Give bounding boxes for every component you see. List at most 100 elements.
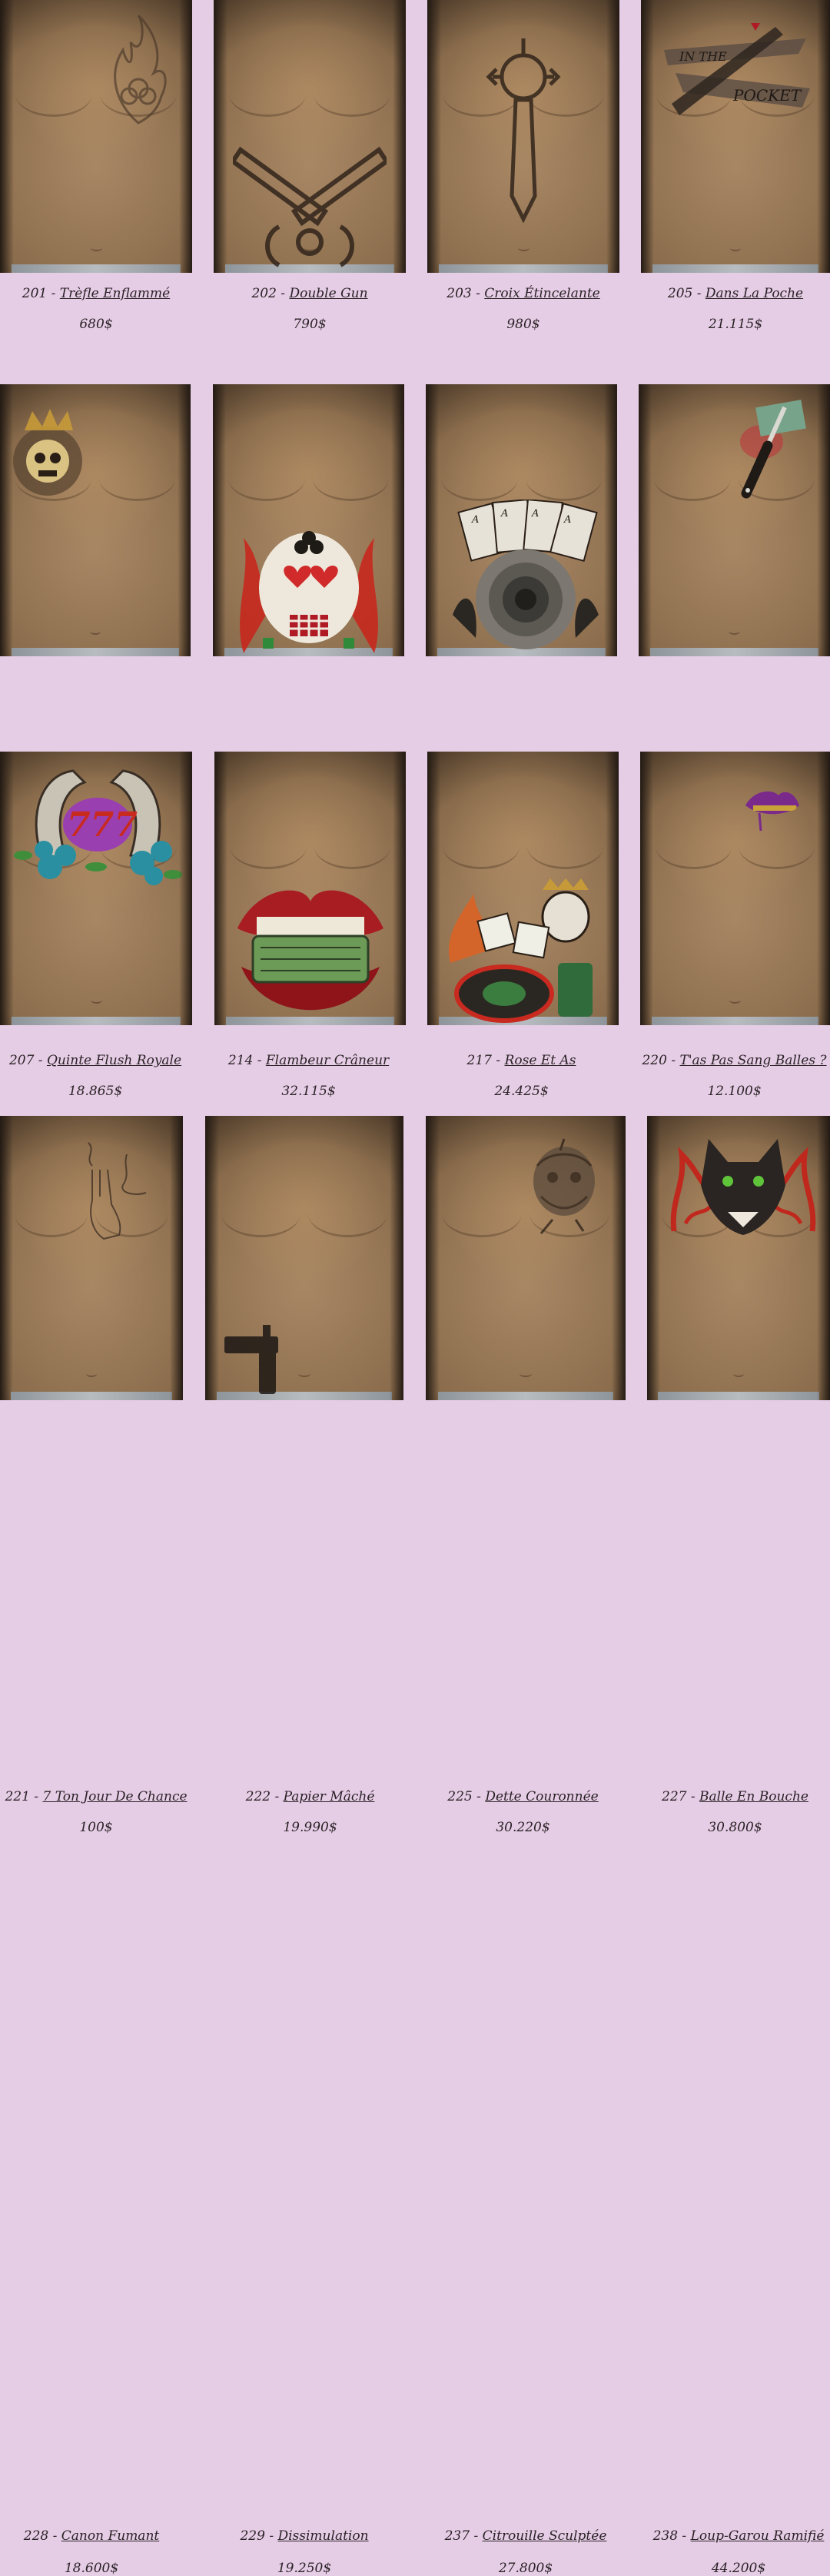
tattoo-price: 100$ bbox=[79, 1820, 113, 1835]
caption-separator: - bbox=[264, 2528, 278, 2544]
tattoo-name-link[interactable]: Dans La Poche bbox=[706, 286, 803, 301]
tattoo-text: IN THE bbox=[679, 49, 727, 64]
caption-separator: - bbox=[492, 1053, 505, 1068]
tattoo-price: 680$ bbox=[79, 317, 113, 332]
tattoo-name-link[interactable]: Trèfle Enflammé bbox=[60, 286, 170, 301]
tattoo-name-link[interactable]: Canon Fumant bbox=[61, 2528, 159, 2544]
crowned-skull-icon bbox=[13, 409, 82, 496]
tattoo-photo bbox=[427, 752, 619, 1025]
smoking-finger-gun-icon bbox=[88, 1142, 147, 1240]
tattoo-number: 205 bbox=[667, 286, 693, 301]
in-the-pocket-knife-icon: IN THE POCKET bbox=[664, 23, 810, 115]
tattoo-number: 221 bbox=[5, 1789, 30, 1804]
caption-separator: - bbox=[276, 286, 290, 301]
tattoo-photo bbox=[214, 0, 406, 273]
tattoo-price: 19.990$ bbox=[283, 1820, 337, 1835]
tattoo-name-link[interactable]: Flambeur Crâneur bbox=[266, 1053, 389, 1068]
sparkling-cross-icon bbox=[486, 38, 561, 223]
tattoo-text: POCKET bbox=[732, 86, 802, 105]
tattoo-name-link[interactable]: Dette Couronnée bbox=[485, 1789, 598, 1804]
caption-separator: - bbox=[471, 286, 485, 301]
caption-separator: - bbox=[271, 1789, 284, 1804]
tattoo-photo: IN THE POCKET bbox=[641, 0, 830, 273]
tattoo-caption: 229 - Dissimulation bbox=[205, 2528, 403, 2544]
tattoo-number: 229 bbox=[240, 2528, 265, 2544]
crowned-dice-roulette-icon bbox=[448, 878, 593, 1023]
tattoo-name-link[interactable]: Loup-Garou Ramifié bbox=[691, 2528, 825, 2544]
tattoo-photo bbox=[639, 384, 830, 656]
tattoo-name-link[interactable]: 7 Ton Jour De Chance bbox=[42, 1789, 187, 1804]
lips-money-icon bbox=[237, 890, 383, 1011]
tattoo-caption: 201 - Trèfle Enflammé bbox=[0, 286, 192, 301]
tattoo-caption: 221 - 7 Ton Jour De Chance bbox=[0, 1789, 192, 1804]
caption-separator: - bbox=[253, 1053, 266, 1068]
knife-money-icon bbox=[740, 400, 806, 499]
tattoo-caption: 228 - Canon Fumant bbox=[0, 2528, 183, 2544]
tattoo-name-link[interactable]: Balle En Bouche bbox=[699, 1789, 808, 1804]
tattoo-price: 790$ bbox=[293, 317, 327, 332]
tattoo-name-link[interactable]: Dissimulation bbox=[277, 2528, 368, 2544]
tattoo-price: 44.200$ bbox=[711, 2561, 766, 2576]
tattoo-number: 220 bbox=[642, 1053, 667, 1068]
bullet-lips-icon bbox=[745, 791, 799, 832]
tattoo-photo bbox=[0, 1116, 183, 1400]
tattoo-text: A bbox=[531, 508, 539, 520]
tattoo-number: 214 bbox=[227, 1053, 254, 1068]
tattoo-photo: A A A A bbox=[426, 384, 617, 656]
tattoo-price: 18.865$ bbox=[68, 1084, 123, 1099]
tattoo-photo bbox=[427, 0, 619, 273]
tattoo-price: 32.115$ bbox=[281, 1084, 336, 1099]
tattoo-text: A bbox=[500, 508, 508, 520]
tattoo-name-link[interactable]: Quinte Flush Royale bbox=[47, 1053, 181, 1068]
tattoo-price: 21.115$ bbox=[708, 317, 763, 332]
flaming-clover-icon bbox=[114, 14, 167, 124]
crossed-guns-icon bbox=[233, 146, 387, 267]
tattoo-price: 18.600$ bbox=[64, 2561, 119, 2576]
tattoo-photo bbox=[205, 1116, 403, 1400]
tattoo-number: 237 bbox=[444, 2528, 470, 2544]
tattoo-photo bbox=[0, 0, 192, 273]
tattoo-name-link[interactable]: Citrouille Sculptée bbox=[483, 2528, 607, 2544]
tattoo-price: 12.100$ bbox=[707, 1084, 762, 1099]
tattoo-caption: 202 - Double Gun bbox=[214, 286, 406, 301]
tattoo-name-link[interactable]: Papier Mâché bbox=[284, 1789, 375, 1804]
caption-separator: - bbox=[692, 286, 706, 301]
tattoo-number: 222 bbox=[245, 1789, 271, 1804]
caption-separator: - bbox=[48, 2528, 61, 2544]
caption-separator: - bbox=[34, 1053, 47, 1068]
tattoo-number: 203 bbox=[447, 286, 472, 301]
tattoo-text: A bbox=[563, 514, 571, 526]
tattoo-number: 227 bbox=[662, 1789, 687, 1804]
lucky-777-horseshoe-icon: 777 bbox=[14, 769, 182, 885]
tattoo-number: 225 bbox=[447, 1789, 473, 1804]
tattoo-caption: 207 - Quinte Flush Royale bbox=[0, 1053, 191, 1068]
tattoo-caption: 220 - T'as Pas Sang Balles ? bbox=[639, 1053, 830, 1068]
tattoo-price: 19.250$ bbox=[277, 2561, 332, 2576]
tattoo-name-link[interactable]: Croix Étincelante bbox=[484, 286, 599, 301]
tattoo-photo bbox=[647, 1116, 830, 1400]
caption-separator: - bbox=[666, 1053, 680, 1068]
tattoo-caption: 222 - Papier Mâché bbox=[214, 1789, 406, 1804]
tattoo-caption: 227 - Balle En Bouche bbox=[640, 1789, 830, 1804]
tattoo-caption: 225 - Dette Couronnée bbox=[427, 1789, 619, 1804]
tattoo-price: 27.800$ bbox=[498, 2561, 553, 2576]
carved-pumpkin-icon bbox=[533, 1138, 595, 1234]
tattoo-text: A bbox=[471, 514, 479, 526]
tattoo-name-link[interactable]: T'as Pas Sang Balles ? bbox=[679, 1053, 826, 1068]
tattoo-price: 30.220$ bbox=[496, 1820, 550, 1835]
caption-separator: - bbox=[470, 2528, 483, 2544]
tattoo-number: 201 bbox=[22, 286, 48, 301]
tattoo-caption: 205 - Dans La Poche bbox=[641, 286, 830, 301]
tattoo-name-link[interactable]: Double Gun bbox=[289, 286, 367, 301]
tattoo-photo: 777 bbox=[0, 752, 192, 1025]
tattoo-photo bbox=[426, 1116, 626, 1400]
tattoo-price: 980$ bbox=[506, 317, 540, 332]
tattoo-number: 238 bbox=[652, 2528, 679, 2544]
tattoo-number: 207 bbox=[8, 1053, 35, 1068]
tattoo-price: 24.425$ bbox=[494, 1084, 549, 1099]
tattoo-photo bbox=[213, 384, 404, 656]
tattoo-name-link[interactable]: Rose Et As bbox=[505, 1053, 576, 1068]
tattoo-caption: 217 - Rose Et As bbox=[426, 1053, 617, 1068]
tattoo-number: 228 bbox=[23, 2528, 49, 2544]
club-skull-flames-icon bbox=[240, 531, 378, 653]
